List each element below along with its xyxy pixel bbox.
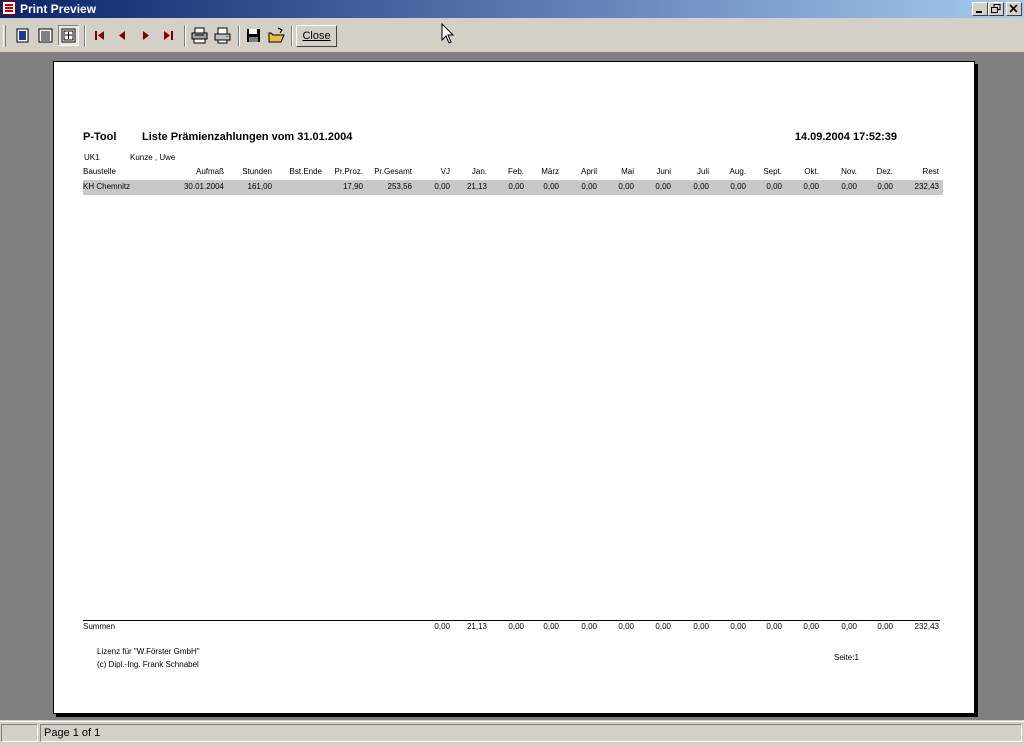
previous-page-button[interactable]: [112, 25, 133, 46]
close-preview-button[interactable]: Close: [296, 25, 337, 47]
open-button[interactable]: [266, 25, 287, 46]
toolbar: Close: [0, 19, 1024, 53]
one-page-icon: [16, 28, 29, 43]
summary-baustelle: Summen: [83, 622, 116, 631]
full-page-icon: [61, 28, 76, 43]
toolbar-separator: [238, 25, 240, 47]
report-datetime: 14.09.2004 17:52:39: [794, 131, 897, 143]
close-window-button[interactable]: [1006, 2, 1022, 16]
close-icon: [1009, 4, 1018, 13]
minimize-button[interactable]: [972, 2, 988, 16]
printer-icon: [214, 27, 231, 44]
open-folder-icon: [268, 27, 285, 43]
status-panel-empty: [1, 724, 38, 742]
toolbar-separator: [84, 25, 86, 47]
cell-rest: 232,43: [914, 182, 939, 191]
toolbar-separator: [291, 25, 293, 47]
report-app-name: P-Tool: [83, 131, 117, 143]
toolbar-grip[interactable]: [3, 25, 6, 47]
mouse-cursor-icon: [441, 23, 455, 44]
app-icon[interactable]: [2, 1, 16, 15]
cell-stunden: 161,00: [247, 182, 272, 191]
save-button[interactable]: [243, 25, 264, 46]
previous-page-icon: [119, 31, 125, 40]
minimize-icon: [976, 11, 982, 13]
cell-baustelle: KH Chemnitz: [83, 182, 131, 191]
license-line-1: Lizenz für "W.Förster GmbH": [97, 647, 200, 656]
floppy-disk-icon: [247, 29, 260, 42]
license-line-2: (c) Dipl.-Ing. Frank Schnabel: [97, 660, 199, 669]
last-page-button[interactable]: [158, 25, 179, 46]
report-page: P-Tool Liste Prämienzahlungen vom 31.01.…: [53, 61, 975, 714]
status-bar: Page 1 of 1: [0, 721, 1024, 745]
printer-setup-button[interactable]: [189, 25, 210, 46]
first-page-icon: [95, 31, 104, 40]
window-title: Print Preview: [20, 2, 97, 16]
column-header-baustelle: Baustelle: [83, 167, 116, 176]
restore-icon: [991, 4, 1001, 13]
one-page-button[interactable]: [12, 25, 33, 46]
toolbar-separator: [184, 25, 186, 47]
page-width-button[interactable]: [35, 25, 56, 46]
first-page-button[interactable]: [89, 25, 110, 46]
column-header-rest: Rest: [922, 167, 939, 176]
title-bar: Print Preview: [0, 0, 1024, 18]
page-number-label: Seite:1: [834, 653, 859, 662]
last-page-icon: [164, 31, 173, 40]
restore-button[interactable]: [988, 2, 1004, 16]
page-info: Page 1 of 1: [40, 724, 1022, 742]
summary-divider: [83, 620, 940, 621]
report-title: Liste Prämienzahlungen vom 31.01.2004: [142, 131, 353, 143]
next-page-button[interactable]: [135, 25, 156, 46]
summary-rest: 232,43: [914, 622, 939, 631]
full-page-button[interactable]: [58, 25, 79, 46]
page-width-icon: [38, 28, 53, 43]
employee-name: Kunze , Uwe: [130, 153, 176, 162]
printer-setup-icon: [191, 27, 208, 44]
print-button[interactable]: [212, 25, 233, 46]
next-page-icon: [143, 31, 149, 40]
uk-code: UK1: [84, 153, 100, 162]
